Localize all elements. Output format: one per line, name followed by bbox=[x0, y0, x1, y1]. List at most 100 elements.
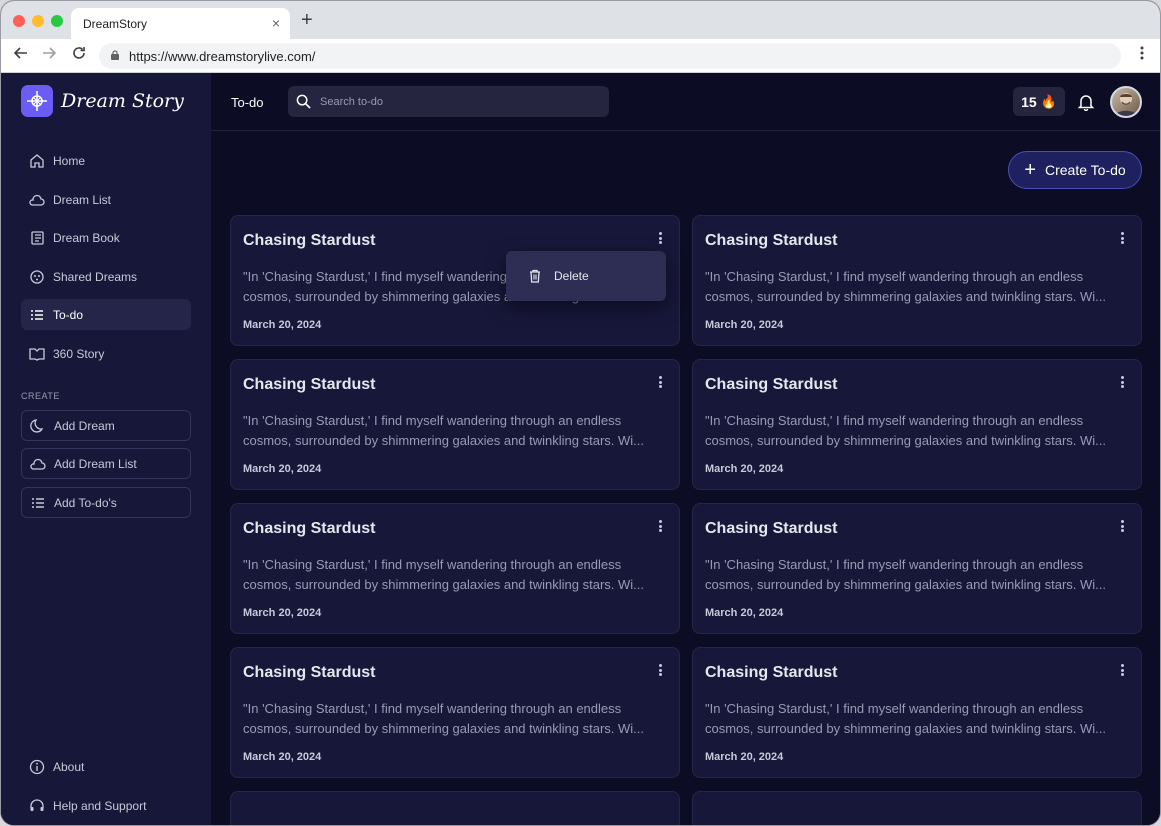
moon-cloud-icon bbox=[29, 194, 45, 206]
card-title: Chasing Stardust bbox=[705, 520, 838, 537]
trash-icon bbox=[530, 269, 540, 283]
todo-card[interactable]: Chasing Stardust "In 'Chasing Stardust,'… bbox=[692, 359, 1142, 490]
search-box[interactable] bbox=[288, 86, 609, 117]
card-description: "In 'Chasing Stardust,' I find myself wa… bbox=[243, 413, 644, 448]
sidebar-item-label: About bbox=[53, 759, 85, 774]
brand[interactable]: Dream Story bbox=[21, 85, 184, 117]
card-title: Chasing Stardust bbox=[243, 664, 376, 681]
card-date: March 20, 2024 bbox=[705, 463, 784, 475]
card-date: March 20, 2024 bbox=[243, 463, 322, 475]
home-icon bbox=[30, 153, 44, 168]
forward-arrow-icon[interactable] bbox=[41, 45, 57, 66]
card-menu-icon[interactable] bbox=[1117, 374, 1127, 390]
info-icon bbox=[29, 759, 45, 774]
maximize-window-button[interactable] bbox=[51, 15, 63, 27]
create-item-label: Add Dream bbox=[54, 418, 115, 433]
streak-badge[interactable]: 15 🔥 bbox=[1013, 87, 1065, 116]
moon-cloud-icon bbox=[30, 458, 46, 470]
todo-card[interactable]: Chasing Stardust "In 'Chasing Stardust,'… bbox=[692, 215, 1142, 346]
card-title: Chasing Stardust bbox=[243, 376, 376, 393]
create-item-label: Add Dream List bbox=[54, 456, 137, 471]
card-date: March 20, 2024 bbox=[705, 607, 784, 619]
open-book-icon bbox=[29, 347, 45, 361]
moon-icon bbox=[30, 418, 44, 433]
card-menu-icon[interactable] bbox=[655, 374, 665, 390]
logo-icon bbox=[21, 85, 53, 117]
todo-card[interactable]: Chasing Stardust "In 'Chasing Stardust,'… bbox=[692, 503, 1142, 634]
todo-card[interactable]: Chasing Stardust "In 'Chasing Stardust,'… bbox=[692, 647, 1142, 778]
todo-card[interactable] bbox=[692, 791, 1142, 825]
add-todos-button[interactable]: Add To-do's bbox=[21, 487, 191, 518]
card-date: March 20, 2024 bbox=[243, 607, 322, 619]
sidebar-item-home[interactable]: Home bbox=[21, 145, 191, 176]
share-icon bbox=[30, 269, 44, 284]
list-icon bbox=[31, 309, 43, 320]
url-text: https://www.dreamstorylive.com/ bbox=[129, 49, 316, 64]
streak-count: 15 bbox=[1021, 93, 1037, 110]
create-todo-button[interactable]: + Create To-do bbox=[1008, 151, 1142, 189]
close-window-button[interactable] bbox=[13, 15, 25, 27]
sidebar-item-360-story[interactable]: 360 Story bbox=[21, 338, 191, 369]
card-menu-icon[interactable] bbox=[1117, 518, 1127, 534]
card-menu-icon[interactable] bbox=[655, 230, 665, 246]
app: Dream Story Home Dream List Dream Book S… bbox=[1, 73, 1160, 825]
plus-icon: + bbox=[1024, 159, 1036, 181]
sidebar-item-label: Dream Book bbox=[53, 230, 120, 245]
card-date: March 20, 2024 bbox=[243, 751, 322, 763]
brand-name: Dream Story bbox=[61, 90, 184, 112]
card-title: Chasing Stardust bbox=[243, 232, 376, 249]
card-options-dropdown: Delete bbox=[506, 251, 666, 301]
todo-card[interactable]: Chasing Stardust "In 'Chasing Stardust,'… bbox=[230, 359, 680, 490]
create-section-label: CREATE bbox=[21, 391, 60, 401]
bell-icon[interactable] bbox=[1077, 93, 1095, 111]
card-menu-icon[interactable] bbox=[1117, 230, 1127, 246]
card-description: "In 'Chasing Stardust,' I find myself wa… bbox=[705, 701, 1106, 736]
browser-tab[interactable]: DreamStory × bbox=[71, 8, 290, 39]
browser-menu-icon[interactable] bbox=[1140, 46, 1144, 65]
sidebar-item-label: Shared Dreams bbox=[53, 269, 138, 284]
tab-close-icon[interactable]: × bbox=[272, 15, 280, 31]
sidebar-item-dream-list[interactable]: Dream List bbox=[21, 184, 191, 215]
minimize-window-button[interactable] bbox=[32, 15, 44, 27]
sidebar-item-shared-dreams[interactable]: Shared Dreams bbox=[21, 261, 191, 292]
card-description: "In 'Chasing Stardust,' I find myself wa… bbox=[705, 413, 1106, 448]
delete-menu-item[interactable]: Delete bbox=[554, 269, 589, 283]
url-field[interactable]: https://www.dreamstorylive.com/ bbox=[99, 43, 1121, 69]
sidebar-item-label: Dream List bbox=[53, 192, 112, 207]
add-dream-list-button[interactable]: Add Dream List bbox=[21, 448, 191, 479]
todo-card[interactable] bbox=[230, 791, 680, 825]
card-menu-icon[interactable] bbox=[1117, 662, 1127, 678]
card-title: Chasing Stardust bbox=[705, 664, 838, 681]
new-tab-button[interactable]: + bbox=[301, 10, 313, 30]
sidebar-item-label: Help and Support bbox=[53, 798, 147, 813]
book-icon bbox=[31, 230, 44, 245]
card-title: Chasing Stardust bbox=[705, 376, 838, 393]
sidebar-item-label: Home bbox=[53, 153, 86, 168]
avatar[interactable] bbox=[1110, 86, 1142, 118]
sidebar-item-label: To-do bbox=[53, 307, 84, 322]
todo-card[interactable]: Chasing Stardust "In 'Chasing Stardust,'… bbox=[230, 503, 680, 634]
sidebar-item-about[interactable]: About bbox=[21, 751, 191, 782]
reload-icon[interactable] bbox=[71, 45, 87, 66]
sidebar-item-todo[interactable]: To-do bbox=[21, 299, 191, 330]
card-description: "In 'Chasing Stardust,' I find myself wa… bbox=[243, 701, 644, 736]
sidebar-item-dream-book[interactable]: Dream Book bbox=[21, 222, 191, 253]
card-menu-icon[interactable] bbox=[655, 662, 665, 678]
browser-tabbar: DreamStory × + bbox=[1, 1, 1160, 39]
sidebar-item-help[interactable]: Help and Support bbox=[21, 790, 191, 821]
search-input[interactable] bbox=[320, 93, 600, 111]
card-title: Chasing Stardust bbox=[705, 232, 838, 249]
headset-icon bbox=[30, 798, 44, 811]
back-arrow-icon[interactable] bbox=[13, 45, 29, 66]
sidebar: Dream Story Home Dream List Dream Book S… bbox=[1, 73, 211, 825]
card-menu-icon[interactable] bbox=[655, 518, 665, 534]
lock-icon bbox=[111, 50, 119, 60]
create-todo-label: Create To-do bbox=[1045, 162, 1126, 178]
card-description: "In 'Chasing Stardust,' I find myself wa… bbox=[705, 557, 1106, 592]
list-icon bbox=[32, 497, 44, 508]
flame-icon: 🔥 bbox=[1040, 93, 1057, 109]
add-dream-button[interactable]: Add Dream bbox=[21, 410, 191, 441]
browser-window: DreamStory × + https://www.dreamstoryliv… bbox=[0, 0, 1161, 826]
todo-card[interactable]: Chasing Stardust "In 'Chasing Stardust,'… bbox=[230, 647, 680, 778]
sidebar-item-label: 360 Story bbox=[53, 346, 105, 361]
